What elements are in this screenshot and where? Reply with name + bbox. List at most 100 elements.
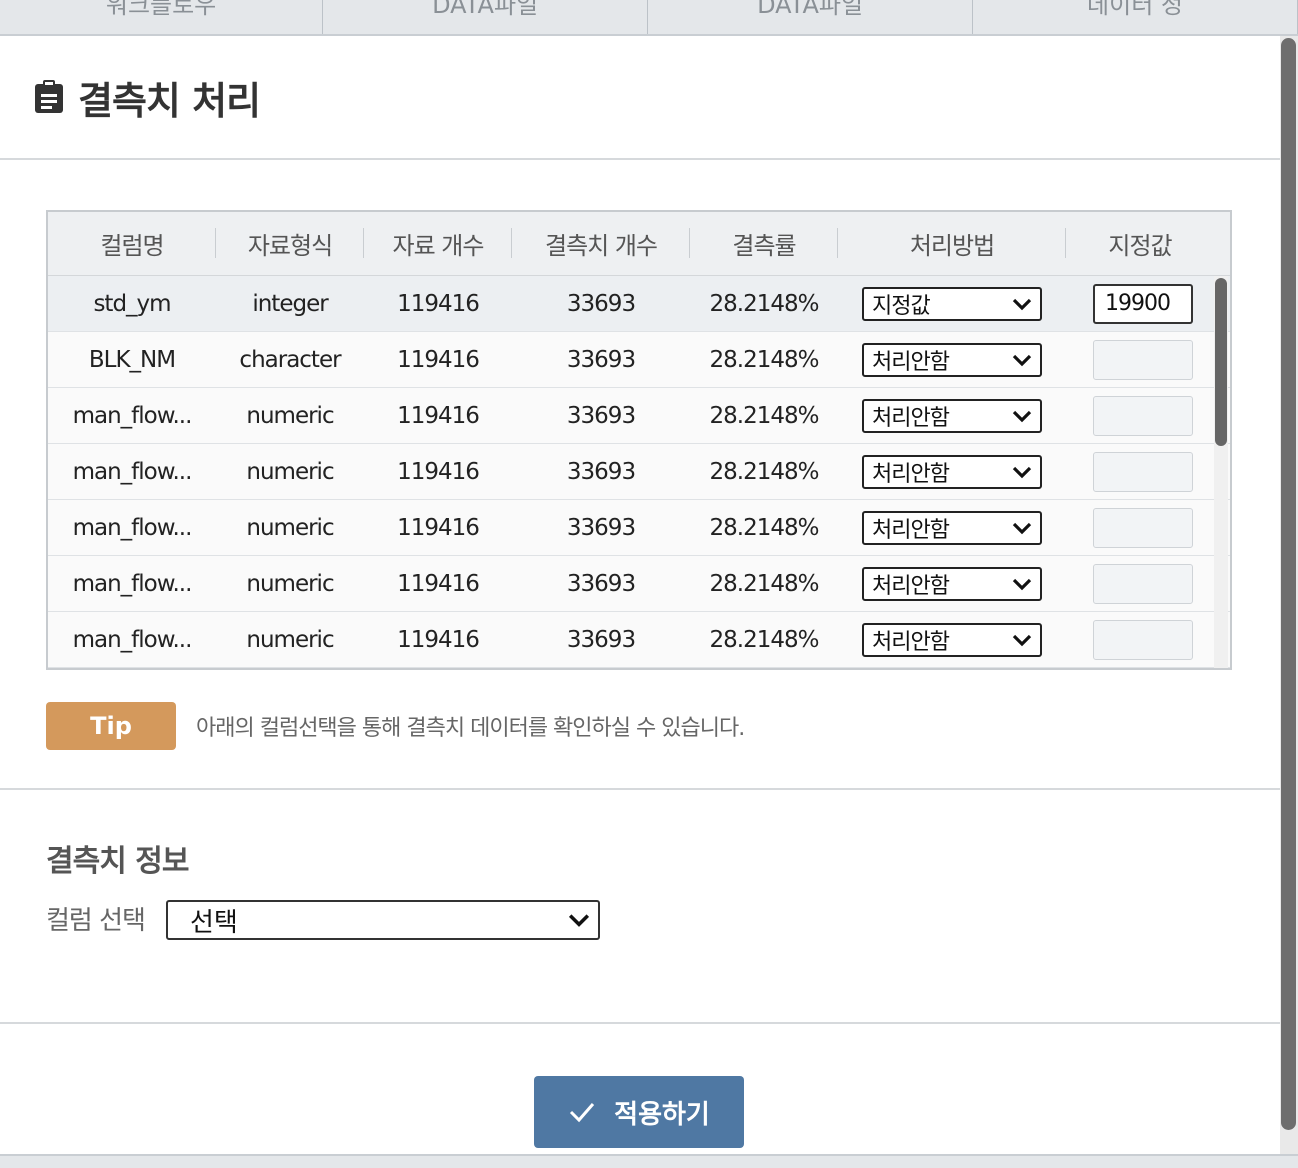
method-select[interactable]: 처리안함 [862,342,1042,377]
cell-column-name: std_ym [93,290,171,317]
column-select[interactable]: 선택 [166,900,600,940]
cell-data-count: 119416 [397,626,480,653]
chevron-down-icon [1012,466,1032,478]
cell-data-count: 119416 [397,570,480,597]
cell-missing-rate: 28.2148% [709,290,820,317]
column-select-label: 컬럼 선택 [46,906,146,936]
page-title: 결측치 처리 [78,78,261,123]
cell-missing-rate: 28.2148% [709,514,820,541]
cell-data-type: numeric [246,626,334,653]
cell-value: 19900 [1066,283,1214,324]
chevron-down-icon [1012,634,1032,646]
cell-data-count: 119416 [397,402,480,429]
cell-value [1066,563,1214,604]
value-input[interactable] [1093,507,1193,548]
top-tab-data[interactable]: 데이터 정 [973,0,1298,34]
table-scrollbar[interactable] [1214,276,1228,668]
cell-value [1066,339,1214,380]
cell-data-type: numeric [246,514,334,541]
cell-value [1066,395,1214,436]
value-input[interactable] [1093,395,1193,436]
cell-data-count: 119416 [397,514,480,541]
cell-column-name: man_flow... [72,570,193,597]
table-body: std_ym integer 119416 33693 28.2148% 지정값… [48,276,1230,668]
cell-missing-count: 33693 [566,570,636,597]
method-select-value: 처리안함 [872,349,950,375]
method-select-value: 처리안함 [872,573,950,599]
cell-missing-rate: 28.2148% [709,626,820,653]
method-select[interactable]: 처리안함 [862,454,1042,489]
method-select-value: 처리안함 [872,517,950,543]
value-input[interactable] [1093,619,1193,660]
cell-missing-count: 33693 [566,458,636,485]
top-tab-data-file-2[interactable]: DATA파일 [648,0,974,34]
top-tab-bar: 워크플로우 DATA파일 DATA파일 데이터 정 [0,0,1298,36]
chevron-down-icon [1012,578,1032,590]
divider [0,788,1280,790]
apply-button[interactable]: 적용하기 [534,1076,744,1148]
chevron-down-icon [1012,298,1032,310]
page-scrollbar[interactable] [1280,36,1298,1156]
value-input[interactable]: 19900 [1093,283,1193,324]
cell-data-type: numeric [246,570,334,597]
cell-column-name: BLK_NM [88,346,176,373]
method-select-value: 처리안함 [872,629,950,655]
table-row[interactable]: man_flow... numeric 119416 33693 28.2148… [48,612,1230,668]
cell-method: 처리안함 [838,454,1066,489]
table-scrollbar-thumb[interactable] [1215,278,1227,446]
cell-missing-rate: 28.2148% [709,346,820,373]
method-select[interactable]: 지정값 [862,286,1042,321]
table-row[interactable]: man_flow... numeric 119416 33693 28.2148… [48,556,1230,612]
method-select[interactable]: 처리안함 [862,622,1042,657]
value-input[interactable] [1093,339,1193,380]
cell-missing-rate: 28.2148% [709,458,820,485]
header-column-name: 컬럼명 [48,226,216,261]
chevron-down-icon [1012,410,1032,422]
missing-value-modal: 결측치 처리 컬럼명 자료형식 자료 개수 결측치 개수 결측률 처리방법 지정… [0,36,1280,1156]
method-select[interactable]: 처리안함 [862,566,1042,601]
header-value: 지정값 [1108,232,1172,260]
apply-button-label: 적용하기 [614,1099,710,1130]
cell-method: 처리안함 [838,566,1066,601]
cell-column-name: man_flow... [72,458,193,485]
method-select-value: 지정값 [872,293,931,319]
cell-column-name: man_flow... [72,626,193,653]
cell-value [1066,507,1214,548]
tip-badge: Tip [46,702,176,750]
top-tab-data-file-1[interactable]: DATA파일 [323,0,649,34]
cell-method: 처리안함 [838,398,1066,433]
cell-missing-count: 33693 [566,514,636,541]
divider [0,1022,1280,1024]
cell-data-type: numeric [246,458,334,485]
header-missing-count: 결측치 개수 [512,226,690,261]
header-missing-rate: 결측률 [690,226,838,261]
value-input[interactable] [1093,451,1193,492]
divider [0,158,1280,160]
cell-data-count: 119416 [397,346,480,373]
cell-data-type: numeric [246,402,334,429]
cell-method: 처리안함 [838,342,1066,377]
method-select[interactable]: 처리안함 [862,398,1042,433]
cell-method: 처리안함 [838,510,1066,545]
chevron-down-icon [1012,354,1032,366]
table-row[interactable]: std_ym integer 119416 33693 28.2148% 지정값… [48,276,1230,332]
check-icon [570,1103,595,1123]
tip-text: 아래의 컬럼선택을 통해 결측치 데이터를 확인하실 수 있습니다. [196,716,745,741]
top-tab-workflow[interactable]: 워크플로우 [0,0,324,34]
table-row[interactable]: BLK_NM character 119416 33693 28.2148% 처… [48,332,1230,388]
cell-column-name: man_flow... [72,514,193,541]
value-input[interactable] [1093,563,1193,604]
table-row[interactable]: man_flow... numeric 119416 33693 28.2148… [48,500,1230,556]
cell-value [1066,619,1214,660]
table-row[interactable]: man_flow... numeric 119416 33693 28.2148… [48,388,1230,444]
cell-data-type: integer [252,290,328,317]
title-row: 결측치 처리 [34,72,261,123]
page-scrollbar-thumb[interactable] [1281,38,1296,1130]
cell-value [1066,451,1214,492]
method-select[interactable]: 처리안함 [862,510,1042,545]
header-method: 처리방법 [838,226,1066,261]
cell-method: 지정값 [838,286,1066,321]
cell-missing-count: 33693 [566,402,636,429]
table-row[interactable]: man_flow... numeric 119416 33693 28.2148… [48,444,1230,500]
cell-data-type: character [239,346,341,373]
